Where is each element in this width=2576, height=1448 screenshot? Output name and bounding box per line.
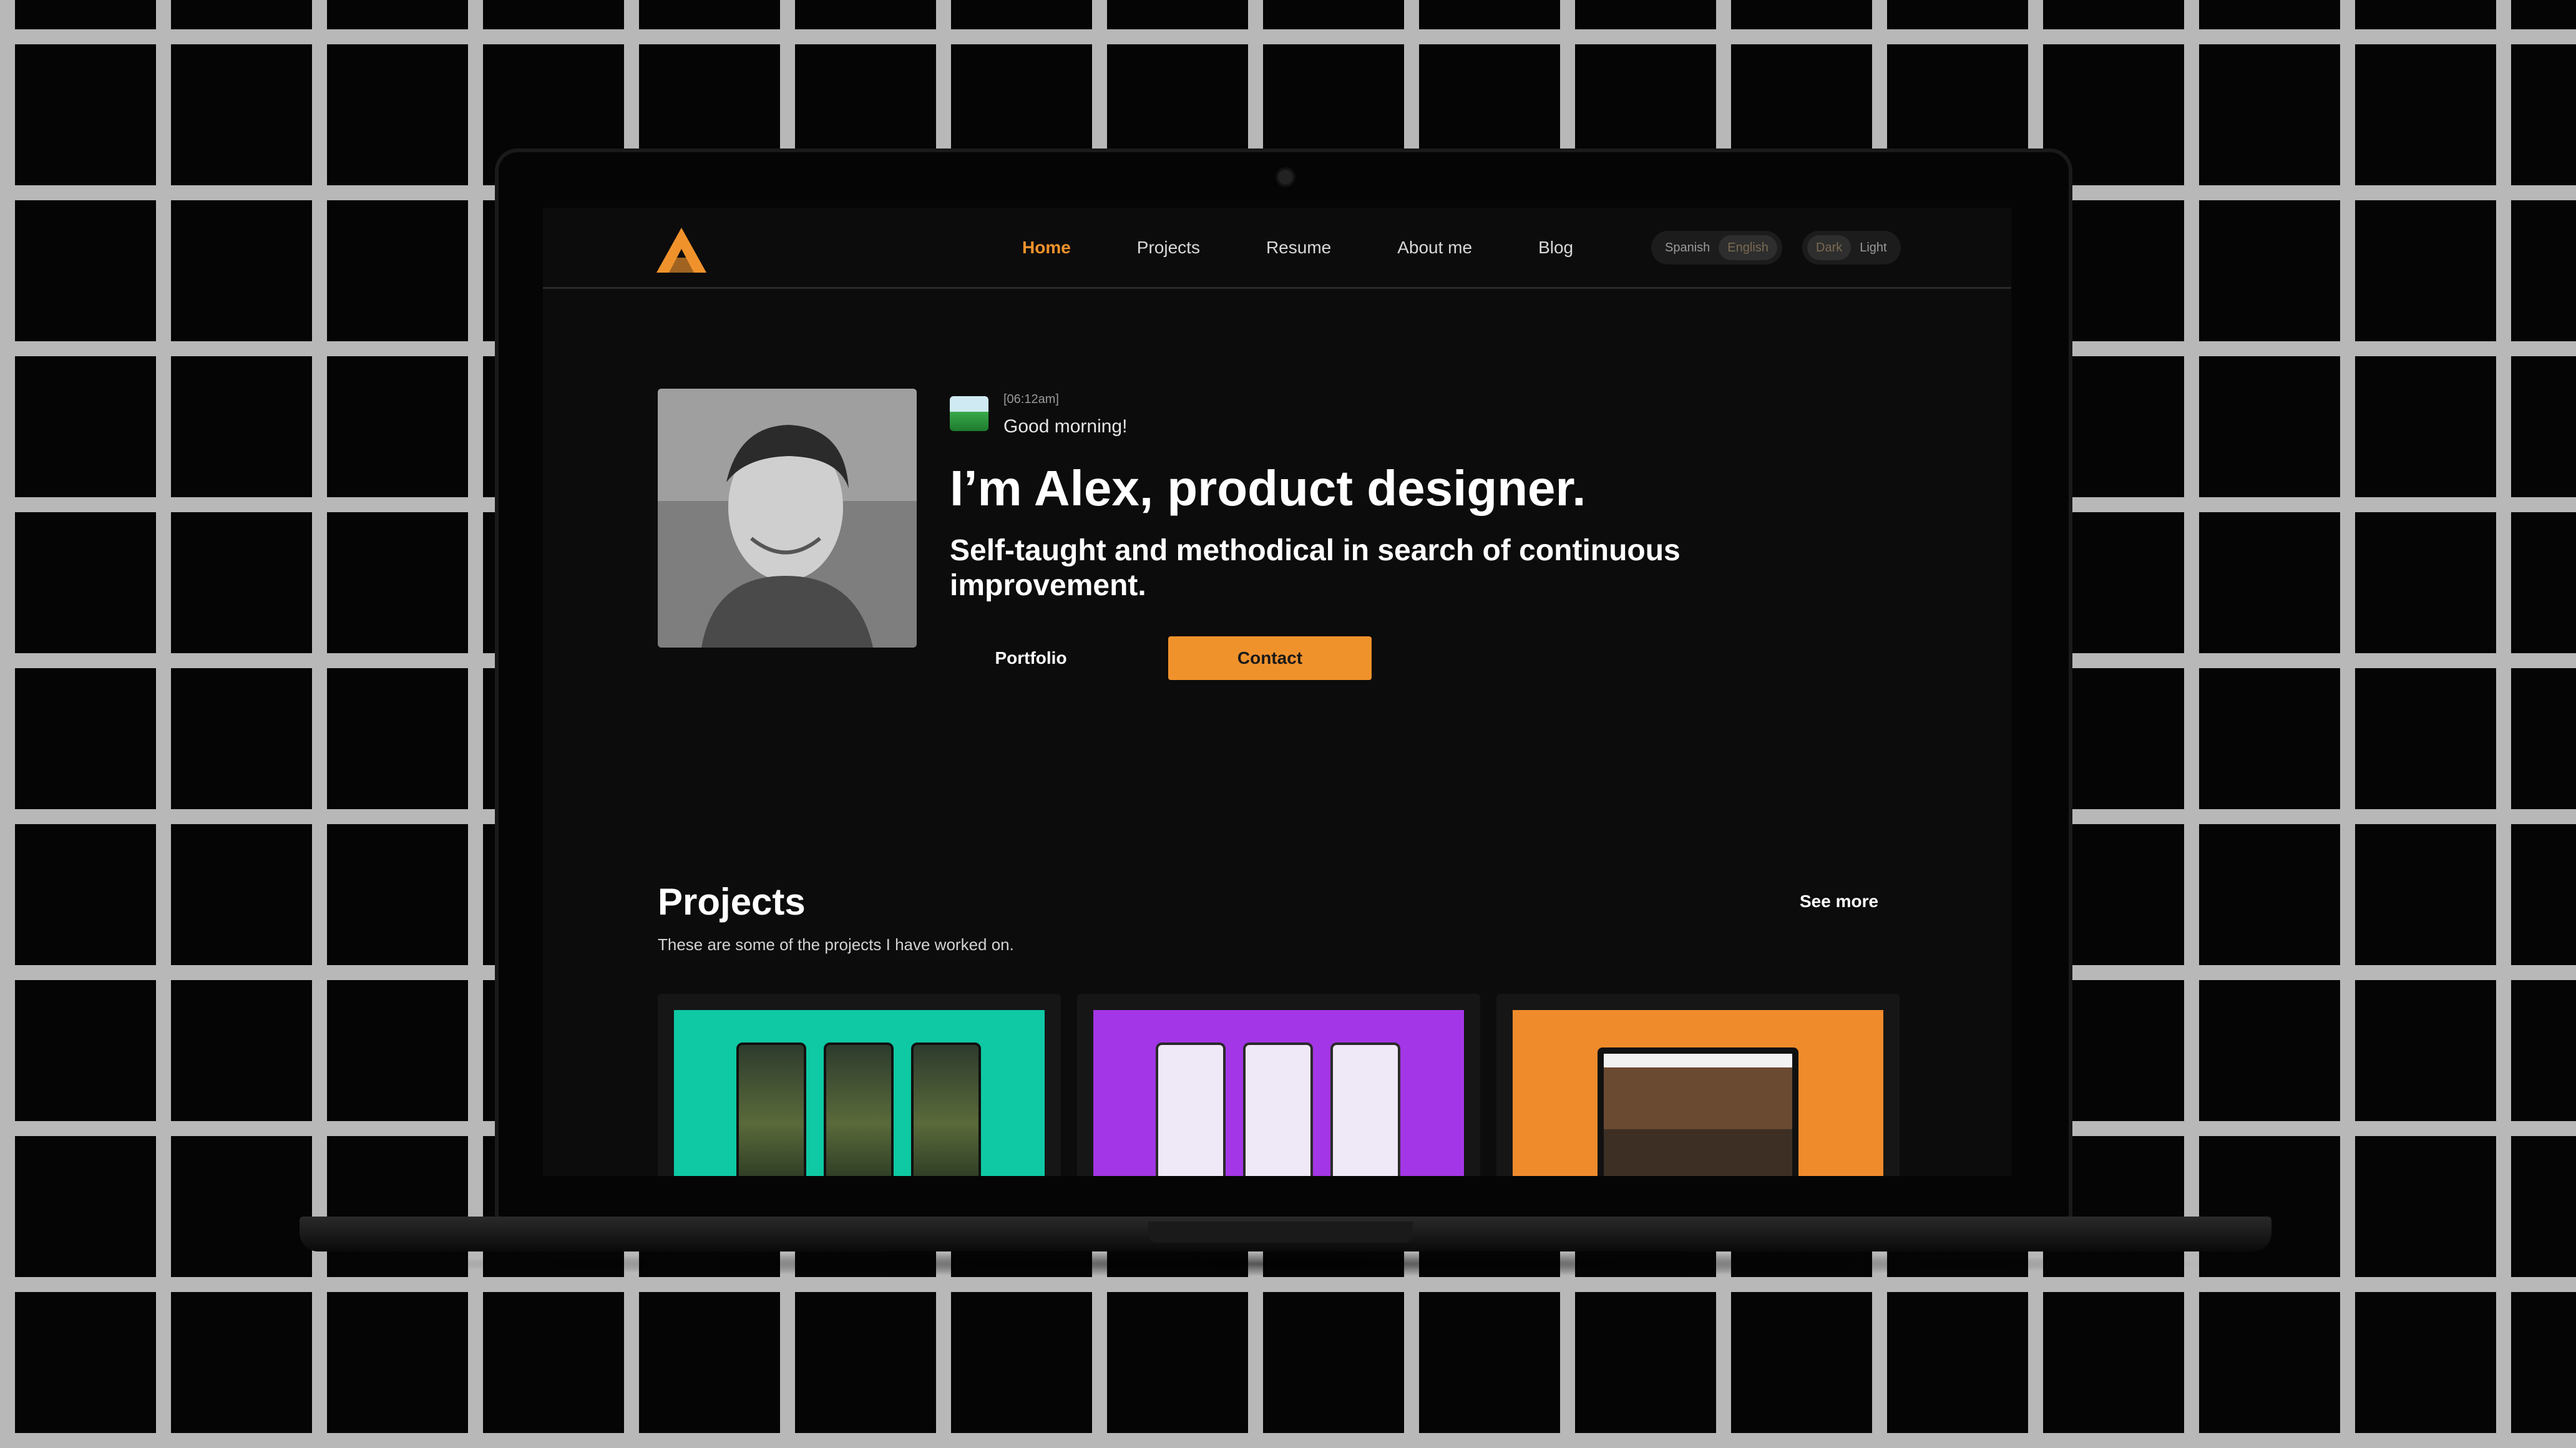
project-card-3[interactable] bbox=[1496, 994, 1900, 1176]
projects-title: Projects bbox=[658, 881, 806, 923]
phone-mockup bbox=[911, 1042, 981, 1176]
portfolio-button[interactable]: Portfolio bbox=[950, 636, 1112, 680]
nav-link-blog[interactable]: Blog bbox=[1538, 233, 1573, 263]
greeting-text: Good morning! bbox=[1003, 416, 1128, 437]
laptop-shadow bbox=[349, 1251, 2222, 1276]
avatar bbox=[658, 389, 917, 648]
nav-link-about-me[interactable]: About me bbox=[1397, 233, 1472, 263]
a-logo-icon[interactable] bbox=[655, 226, 708, 274]
camera bbox=[1278, 170, 1293, 185]
phone-mockup bbox=[736, 1042, 806, 1176]
current-time: [06:12am] bbox=[1003, 392, 1059, 406]
project-card-1-image bbox=[674, 1010, 1045, 1176]
language-option-english[interactable]: English bbox=[1719, 235, 1777, 260]
hero-headline: I’m Alex, product designer. bbox=[950, 460, 1586, 516]
hero-subheadline: Self-taught and methodical in search of … bbox=[950, 534, 1681, 602]
contact-button[interactable]: Contact bbox=[1168, 636, 1372, 680]
project-card-2[interactable] bbox=[1077, 994, 1480, 1176]
see-more-link[interactable]: See more bbox=[1800, 892, 1878, 911]
project-card-2-image bbox=[1093, 1010, 1464, 1176]
top-nav: Home Projects Resume About me Blog Spani… bbox=[543, 208, 2011, 289]
laptop-mockup bbox=[1598, 1047, 1798, 1176]
nav-link-resume[interactable]: Resume bbox=[1266, 233, 1331, 263]
nav-link-projects[interactable]: Projects bbox=[1137, 233, 1200, 263]
project-card-3-image bbox=[1513, 1010, 1883, 1176]
language-option-spanish[interactable]: Spanish bbox=[1656, 235, 1719, 260]
theme-toggle: Dark Light bbox=[1802, 231, 1901, 265]
website-screen: Home Projects Resume About me Blog Spani… bbox=[543, 208, 2011, 1176]
laptop-mockup-screen bbox=[1604, 1054, 1792, 1176]
laptop-notch bbox=[1148, 1222, 1413, 1243]
theme-option-dark[interactable]: Dark bbox=[1807, 235, 1852, 260]
phone-mockup bbox=[1243, 1042, 1313, 1176]
phone-mockup bbox=[1330, 1042, 1400, 1176]
landscape-icon bbox=[950, 396, 988, 431]
phone-mockup bbox=[1156, 1042, 1226, 1176]
theme-option-light[interactable]: Light bbox=[1851, 235, 1895, 260]
nav-link-home[interactable]: Home bbox=[1022, 233, 1071, 263]
language-toggle: Spanish English bbox=[1651, 231, 1782, 265]
project-card-1[interactable] bbox=[658, 994, 1061, 1176]
nav-links: Home Projects Resume About me Blog bbox=[1022, 233, 1639, 263]
projects-description: These are some of the projects I have wo… bbox=[658, 935, 1014, 954]
phone-mockup bbox=[824, 1042, 894, 1176]
